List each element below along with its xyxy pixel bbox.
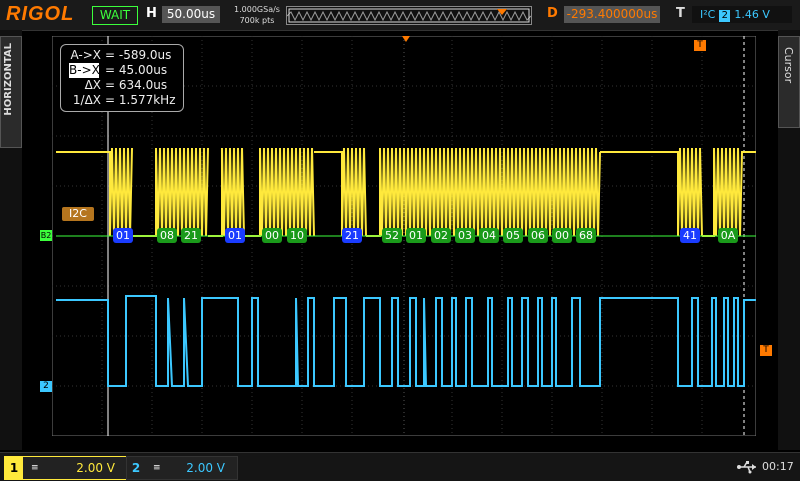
horizontal-label: H: [146, 6, 157, 21]
horizontal-menu-label: HORIZONTAL: [3, 43, 14, 116]
clock: 00:17: [762, 460, 794, 473]
bottom-channel-bar: 1 ≡ 2.00 V 2 ≡ 2.00 V 00:17: [0, 452, 800, 481]
cursor-menu-label: Cursor: [782, 47, 795, 84]
horizontal-menu-tab[interactable]: HORIZONTAL: [0, 36, 22, 148]
usb-icon: [737, 461, 756, 474]
memory-overview-waveform: [287, 8, 531, 23]
channel-2-number: 2: [127, 457, 145, 479]
trigger-source-badge: 2: [719, 10, 731, 22]
cursor-a-row: A->X = -589.0us: [67, 48, 171, 63]
trigger-label: T: [676, 6, 685, 21]
decode-bus-marker[interactable]: B2: [40, 230, 52, 241]
cursor-b-value: = 45.00us: [105, 63, 168, 77]
cursor-delta-row: ΔX = 634.0us: [67, 78, 168, 93]
top-status-bar: RIGOL WAIT H 50.00us 1.000GSa/s 700k pts…: [0, 0, 800, 31]
cursor-a-value: = -589.0us: [105, 48, 172, 62]
cursor-b-key: B->X: [69, 63, 100, 78]
channel-1-settings[interactable]: 1 ≡ 2.00 V: [4, 456, 128, 480]
trigger-level-marker[interactable]: T: [760, 345, 772, 356]
trigger-protocol: I²C: [700, 8, 716, 21]
channel-1-coupling-icon: ≡: [31, 463, 39, 473]
cursor-delta-value: = 634.0us: [105, 78, 168, 92]
channel-1-number: 1: [5, 457, 23, 479]
decode-label[interactable]: I2C: [62, 207, 94, 221]
delay-label: D: [547, 6, 558, 21]
ch2-ground-marker[interactable]: 2: [40, 381, 52, 392]
trigger-settings[interactable]: I²C 2 1.46 V: [692, 6, 792, 23]
memory-depth: 700k pts: [239, 16, 275, 25]
channel-2-scale: 2.00 V: [186, 461, 225, 475]
run-status-badge[interactable]: WAIT: [92, 6, 138, 25]
cursor-inv-row: 1/ΔX = 1.577kHz: [67, 93, 176, 108]
cursor-inv-key: 1/ΔX: [72, 93, 101, 107]
timebase-value[interactable]: 50.00us: [162, 6, 220, 23]
brand-logo: RIGOL: [6, 3, 75, 25]
trigger-position-marker[interactable]: T: [694, 40, 706, 51]
channel-2-coupling-icon: ≡: [153, 463, 161, 473]
cursor-readout-box: A->X = -589.0us B->X = 45.00us ΔX = 634.0us…: [60, 44, 184, 112]
trigger-level: 1.46 V: [734, 8, 770, 21]
channel-1-scale: 2.00 V: [76, 461, 115, 475]
cursor-inv-value: = 1.577kHz: [105, 93, 176, 107]
memory-overview-strip[interactable]: [286, 6, 532, 25]
sample-rate: 1.000GSa/s: [234, 5, 280, 14]
cursor-menu-tab[interactable]: Cursor: [778, 36, 800, 128]
cursor-a-key: A->X: [70, 48, 101, 62]
channel-2-settings[interactable]: 2 ≡ 2.00 V: [126, 456, 238, 480]
delay-value[interactable]: -293.400000us: [564, 6, 660, 23]
cursor-delta-key: ΔX: [84, 78, 101, 92]
cursor-b-row: B->X = 45.00us: [67, 63, 167, 78]
